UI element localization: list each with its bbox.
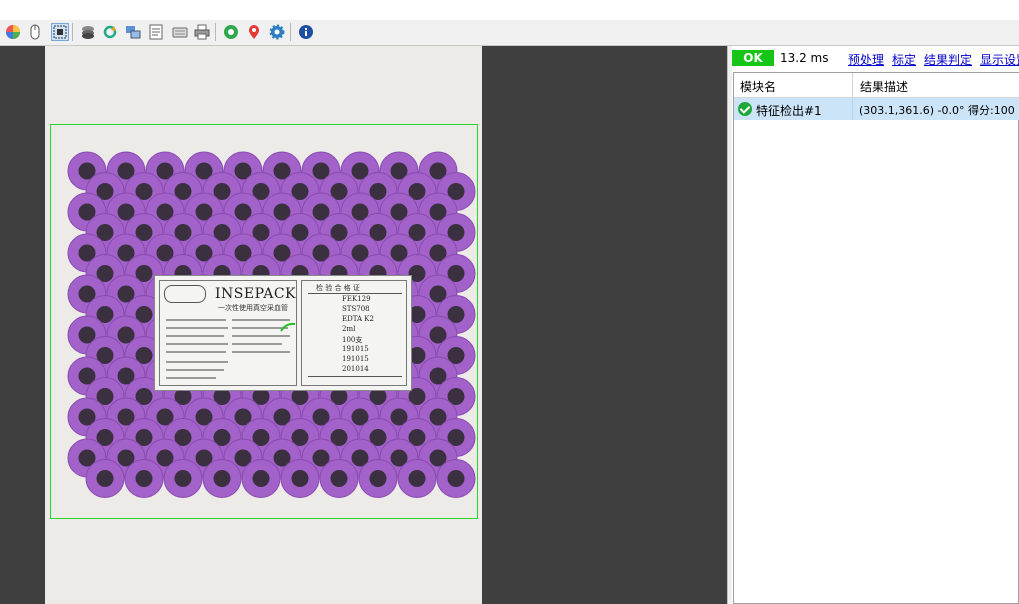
fine-print: [166, 361, 228, 363]
result-ok-badge: OK: [732, 50, 774, 66]
top-strip: [0, 0, 1019, 20]
calibrate-link[interactable]: 标定: [892, 51, 916, 68]
toolbar-separator: [290, 23, 291, 41]
label-line-4: 2ml: [342, 325, 356, 333]
label-brand: INSEPACK: [215, 286, 297, 302]
column-header-module[interactable]: 模块名: [740, 78, 776, 95]
fine-print: [166, 343, 228, 345]
label-line-1: FEK129: [342, 295, 371, 303]
toolbar-separator: [215, 23, 216, 41]
table-row[interactable]: 特征检出#1 (303.1,361.6) -0.0° 得分:100: [734, 98, 1019, 120]
label-seal: [164, 285, 206, 303]
label-left-panel: INSEPACK 一次性使用真空采血管: [159, 280, 297, 386]
label-right-panel: 检 验 合 格 证 FEK129 STS708 EDTA K2 2ml 100支…: [301, 280, 407, 386]
column-header-description[interactable]: 结果描述: [860, 78, 908, 95]
preprocess-link[interactable]: 预处理: [848, 51, 884, 68]
label-box-title: 检 验 合 格 证: [316, 284, 360, 292]
cycle-icon[interactable]: [222, 23, 240, 41]
layers-icon[interactable]: [124, 23, 142, 41]
image-viewer[interactable]: INSEPACK 一次性使用真空采血管 检 验 合 格 证 FEK129 STS…: [0, 46, 727, 604]
column-divider: [852, 98, 853, 120]
column-divider[interactable]: [852, 73, 853, 97]
display-settings-link[interactable]: 显示设置: [980, 51, 1019, 68]
label-rule: [308, 376, 402, 377]
fit-view-icon[interactable]: [51, 23, 69, 41]
color-wheel-icon[interactable]: [4, 23, 22, 41]
label-line-3: EDTA K2: [342, 315, 374, 323]
elapsed-time: 13.2 ms: [780, 51, 829, 65]
fine-print: [232, 335, 290, 337]
results-table: 模块名 结果描述 特征检出#1 (303.1,361.6) -0.0° 得分:1…: [733, 72, 1019, 604]
label-line-6: 191015: [342, 345, 369, 353]
green-mark: [280, 322, 296, 332]
refresh-icon[interactable]: [101, 23, 119, 41]
location-pin-icon[interactable]: [245, 23, 263, 41]
keyboard-icon[interactable]: [171, 23, 189, 41]
fine-print: [166, 377, 216, 379]
table-header: 模块名 结果描述: [734, 73, 1019, 98]
fine-print: [166, 327, 228, 329]
row-description: (303.1,361.6) -0.0° 得分:100: [859, 104, 1015, 117]
label-line-7: 191015: [342, 355, 369, 363]
row-module-name: 特征检出#1: [756, 104, 822, 118]
judge-link[interactable]: 结果判定: [924, 51, 972, 68]
fine-print: [166, 369, 224, 371]
label-subtitle: 一次性使用真空采血管: [218, 304, 288, 312]
results-panel: OK 13.2 ms 预处理 标定 结果判定 显示设置 模块名 结果描述 特征检…: [732, 46, 1019, 604]
fine-print: [166, 335, 224, 337]
label-rule: [308, 293, 402, 294]
mouse-icon[interactable]: [26, 23, 44, 41]
label-line-2: STS708: [342, 305, 370, 313]
fine-print: [166, 351, 226, 353]
info-icon[interactable]: [297, 23, 315, 41]
check-circle-icon: [738, 102, 752, 116]
package-label: INSEPACK 一次性使用真空采血管 检 验 合 格 证 FEK129 STS…: [154, 275, 412, 391]
fine-print: [232, 351, 290, 353]
toolbar-separator: [72, 23, 73, 41]
camera-image: INSEPACK 一次性使用真空采血管 检 验 合 格 证 FEK129 STS…: [45, 46, 482, 604]
toolbar: [0, 20, 1019, 46]
label-line-5: 100支: [342, 336, 363, 344]
fine-print: [166, 319, 226, 321]
status-bar: OK 13.2 ms 预处理 标定 结果判定 显示设置: [732, 46, 1019, 72]
label-line-8: 201014: [342, 365, 369, 373]
fine-print: [232, 343, 282, 345]
stack-icon[interactable]: [79, 23, 97, 41]
document-icon[interactable]: [147, 23, 165, 41]
gear-icon[interactable]: [268, 23, 286, 41]
printer-icon[interactable]: [193, 23, 211, 41]
